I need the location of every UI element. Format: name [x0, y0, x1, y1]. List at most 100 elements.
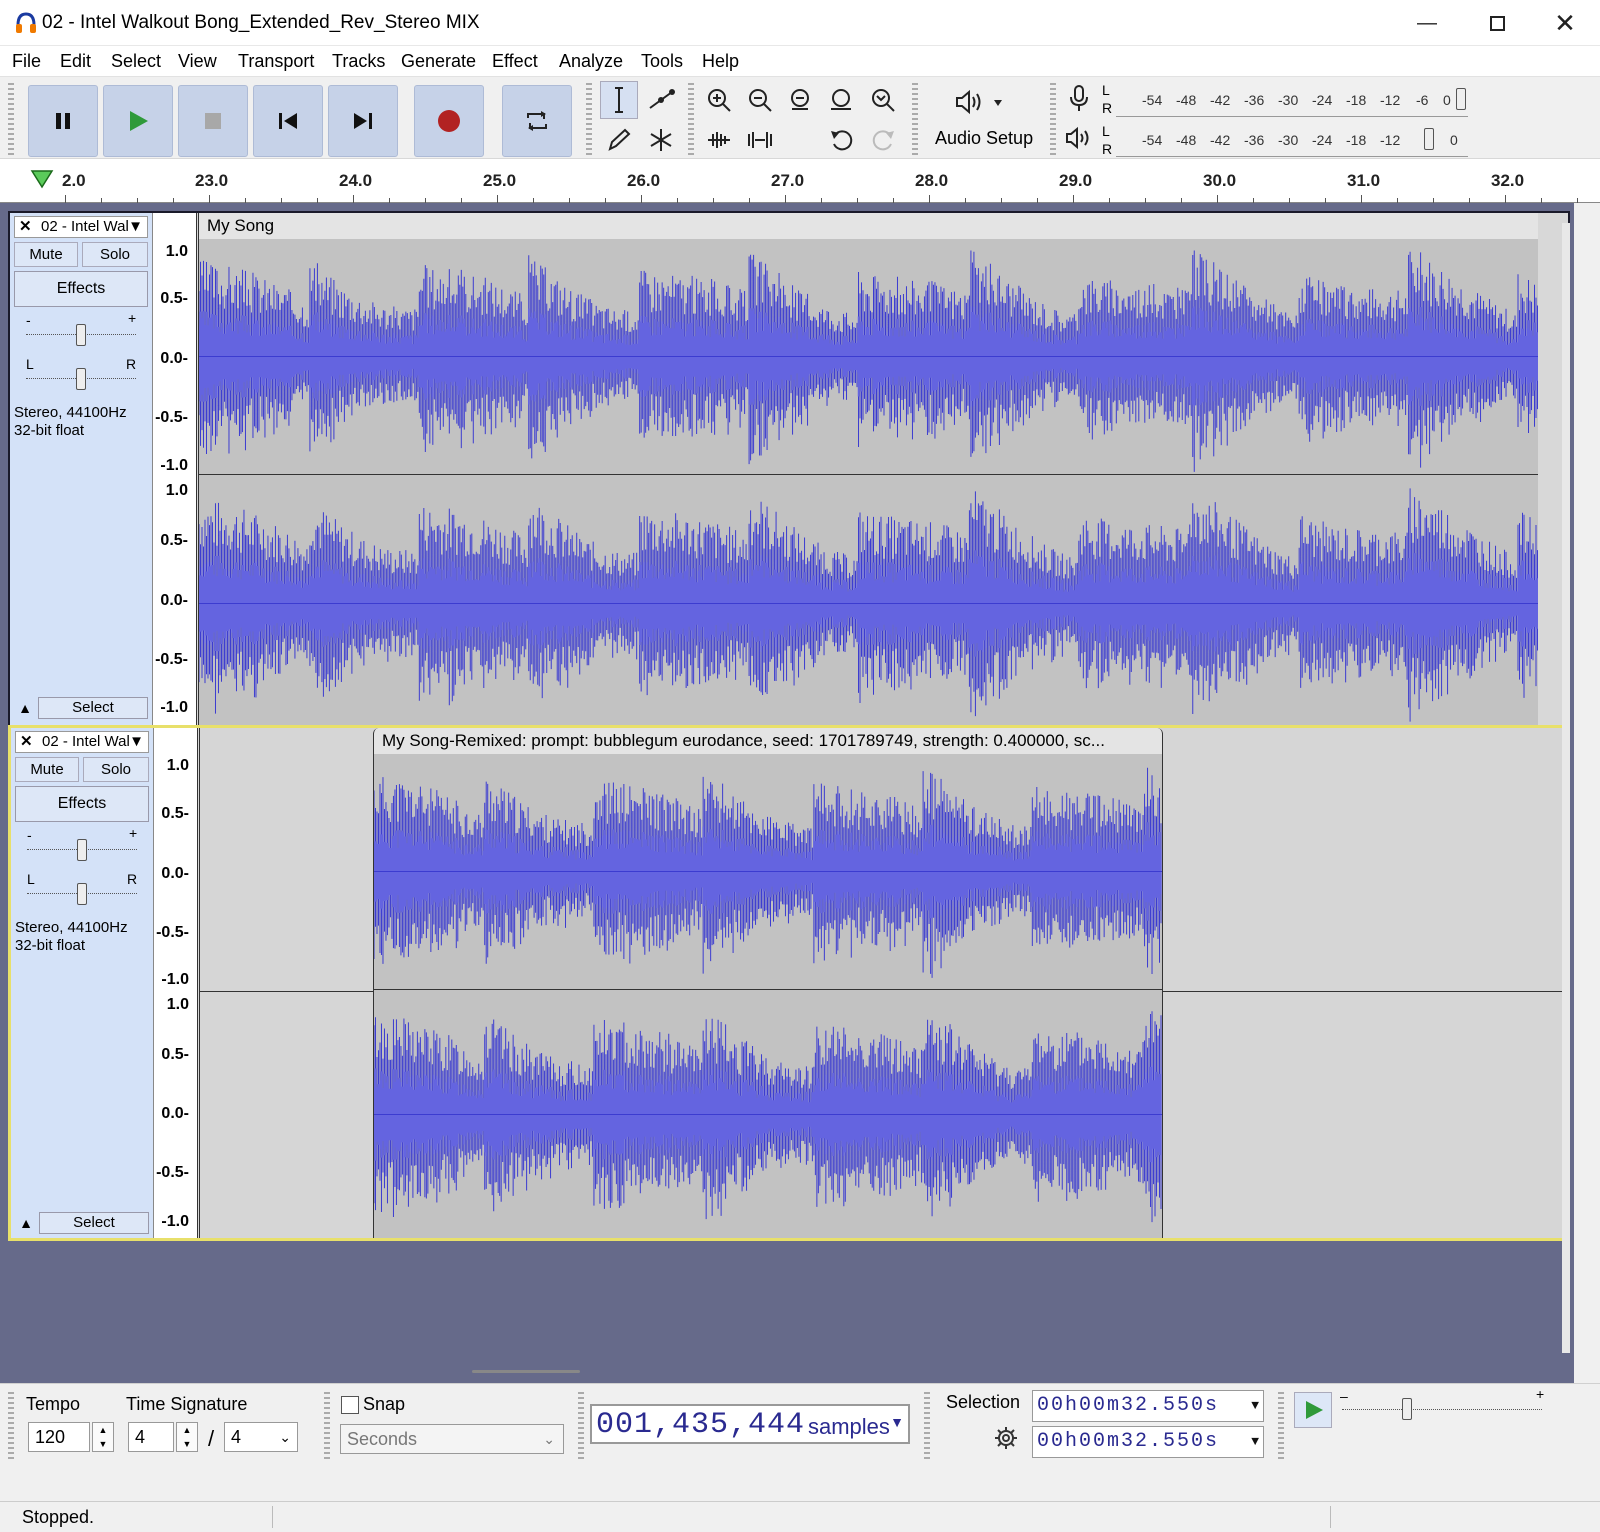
play-head-icon[interactable] — [30, 169, 54, 189]
selection-tool-button[interactable] — [600, 81, 638, 119]
multi-tool-button[interactable] — [642, 121, 680, 159]
record-meter-slider[interactable] — [1456, 88, 1466, 110]
left-channel[interactable] — [374, 754, 1162, 990]
audio-track-2[interactable]: ✕ 02 - Intel Wal ▼ Mute Solo Effects - +… — [8, 725, 1570, 1241]
zoom-in-button[interactable] — [700, 81, 738, 119]
gain-slider-thumb[interactable] — [77, 839, 87, 861]
record-meter[interactable]: -54 -48 -42 -36 -30 -24 -18 -12 -6 0 — [1116, 83, 1468, 117]
collapse-track-icon[interactable]: ▲ — [15, 1212, 37, 1234]
zoom-out-button[interactable] — [741, 81, 779, 119]
track-name-menu[interactable]: ✕ 02 - Intel Wal ▼ — [15, 731, 149, 753]
menu-analyze[interactable]: Analyze — [559, 51, 623, 72]
playback-meter-slider[interactable] — [1424, 128, 1434, 150]
toolbar-grip[interactable] — [8, 83, 14, 155]
stop-button[interactable] — [178, 85, 248, 157]
effects-button[interactable]: Effects — [15, 786, 149, 822]
edit-grip[interactable] — [688, 83, 694, 155]
gain-slider-thumb[interactable] — [76, 324, 86, 346]
track-name-menu[interactable]: ✕ 02 - Intel Wal ▼ — [14, 216, 148, 238]
snap-unit-select[interactable]: Seconds ⌄ — [340, 1424, 564, 1454]
fit-project-button[interactable] — [823, 81, 861, 119]
envelope-tool-button[interactable] — [642, 81, 680, 119]
right-channel[interactable] — [374, 991, 1162, 1238]
selection-end-display[interactable]: 00h00m32.550s ▼ — [1032, 1426, 1264, 1458]
meter-grip[interactable] — [1050, 83, 1056, 155]
time-sig-numerator[interactable]: 4 — [128, 1422, 174, 1452]
menu-select[interactable]: Select — [111, 51, 161, 72]
snap-checkbox[interactable] — [341, 1396, 359, 1414]
gear-icon[interactable] — [994, 1426, 1018, 1450]
gain-slider[interactable] — [27, 839, 137, 861]
gain-slider[interactable] — [26, 324, 136, 346]
select-track-button[interactable]: Select — [39, 1212, 149, 1234]
mute-button[interactable]: Mute — [15, 757, 79, 782]
close-window-button[interactable]: ✕ — [1530, 0, 1600, 46]
tempo-grip[interactable] — [8, 1392, 14, 1460]
selection-start-display[interactable]: 00h00m32.550s ▼ — [1032, 1390, 1264, 1422]
audio-clip[interactable]: My Song — [198, 213, 1538, 731]
menu-file[interactable]: File — [12, 51, 41, 72]
selection-grip[interactable] — [924, 1392, 930, 1460]
left-channel[interactable] — [199, 239, 1538, 475]
menu-view[interactable]: View — [178, 51, 217, 72]
close-track-icon[interactable]: ✕ — [20, 732, 33, 752]
draw-tool-button[interactable] — [600, 121, 638, 159]
effects-button[interactable]: Effects — [14, 271, 148, 307]
maximize-button[interactable] — [1462, 0, 1532, 46]
time-grip[interactable] — [578, 1392, 584, 1460]
loop-button[interactable] — [502, 85, 572, 157]
clip-title-bar[interactable]: My Song-Remixed: prompt: bubblegum eurod… — [374, 728, 1162, 754]
pan-slider-thumb[interactable] — [77, 883, 87, 905]
tools-grip[interactable] — [586, 83, 592, 155]
timeline-ruler[interactable]: 2.0 23.0 24.0 25.0 26.0 27.0 28.0 29.0 3… — [0, 159, 1600, 203]
zoom-toggle-button[interactable] — [864, 81, 902, 119]
tempo-spinner[interactable]: ▲ ▼ — [92, 1422, 114, 1452]
play-button[interactable] — [103, 85, 173, 157]
playback-meter[interactable]: -54 -48 -42 -36 -30 -24 -18 -12 0 — [1116, 123, 1468, 157]
silence-button[interactable] — [741, 121, 779, 159]
menu-generate[interactable]: Generate — [401, 51, 476, 72]
time-sig-denominator[interactable]: 4 ⌄ — [224, 1422, 298, 1452]
solo-button[interactable]: Solo — [82, 242, 148, 267]
menu-tools[interactable]: Tools — [641, 51, 683, 72]
menu-edit[interactable]: Edit — [60, 51, 91, 72]
record-button[interactable] — [414, 85, 484, 157]
collapse-track-icon[interactable]: ▲ — [14, 697, 36, 719]
play-at-speed-grip[interactable] — [1278, 1392, 1284, 1460]
audio-setup-grip[interactable] — [912, 83, 918, 155]
pan-slider[interactable] — [26, 368, 136, 390]
vertical-scrollbar[interactable] — [1562, 223, 1570, 1353]
audio-clip-remixed[interactable]: My Song-Remixed: prompt: bubblegum eurod… — [373, 728, 1163, 1238]
tempo-input[interactable]: 120 — [28, 1422, 90, 1452]
skip-to-start-button[interactable] — [253, 85, 323, 157]
redo-button[interactable] — [864, 121, 902, 159]
play-at-speed-button[interactable] — [1294, 1392, 1332, 1428]
snap-grip[interactable] — [324, 1392, 330, 1460]
fit-selection-button[interactable] — [782, 81, 820, 119]
microphone-icon[interactable] — [1066, 83, 1092, 113]
time-sig-spinner[interactable]: ▲ ▼ — [176, 1422, 198, 1452]
clip-title-bar[interactable]: My Song — [199, 213, 1538, 239]
close-track-icon[interactable]: ✕ — [19, 217, 32, 237]
minimize-button[interactable]: — — [1392, 0, 1462, 46]
playback-speaker-icon[interactable] — [1064, 125, 1094, 151]
solo-button[interactable]: Solo — [83, 757, 149, 782]
audio-setup-button[interactable]: Audio Setup — [924, 81, 1042, 155]
horizontal-scroll-grip[interactable] — [472, 1370, 580, 1373]
dropdown-arrow-icon[interactable]: ▼ — [890, 1414, 904, 1430]
undo-button[interactable] — [823, 121, 861, 159]
audio-position-display[interactable]: 001,435,444 samples ▼ — [590, 1404, 910, 1444]
menu-effect[interactable]: Effect — [492, 51, 538, 72]
trim-button[interactable] — [700, 121, 738, 159]
select-track-button[interactable]: Select — [38, 697, 148, 719]
menu-transport[interactable]: Transport — [238, 51, 314, 72]
speed-slider-thumb[interactable] — [1402, 1398, 1412, 1420]
skip-to-end-button[interactable] — [328, 85, 398, 157]
menu-help[interactable]: Help — [702, 51, 739, 72]
pan-slider[interactable] — [27, 883, 137, 905]
audio-track-1[interactable]: ✕ 02 - Intel Wal ▼ Mute Solo Effects - +… — [8, 211, 1570, 733]
mute-button[interactable]: Mute — [14, 242, 78, 267]
pause-button[interactable] — [28, 85, 98, 157]
right-channel[interactable] — [199, 476, 1538, 731]
menu-tracks[interactable]: Tracks — [332, 51, 385, 72]
